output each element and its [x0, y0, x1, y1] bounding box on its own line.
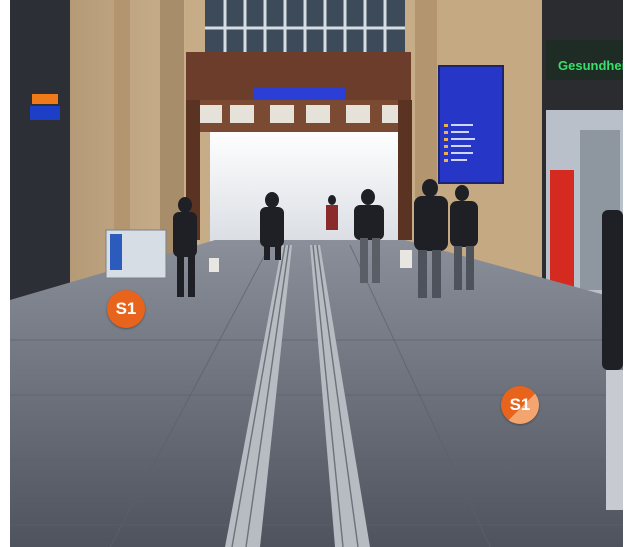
station-marker-s1-secondary[interactable]: S1 [501, 386, 539, 424]
photo-frame: Gesundheitsze [10, 0, 623, 547]
shop-sign-right: Gesundheitsze [558, 58, 623, 73]
station-marker-s1[interactable]: S1 [107, 290, 145, 328]
station-hall-photo: Gesundheitsze [10, 0, 623, 547]
